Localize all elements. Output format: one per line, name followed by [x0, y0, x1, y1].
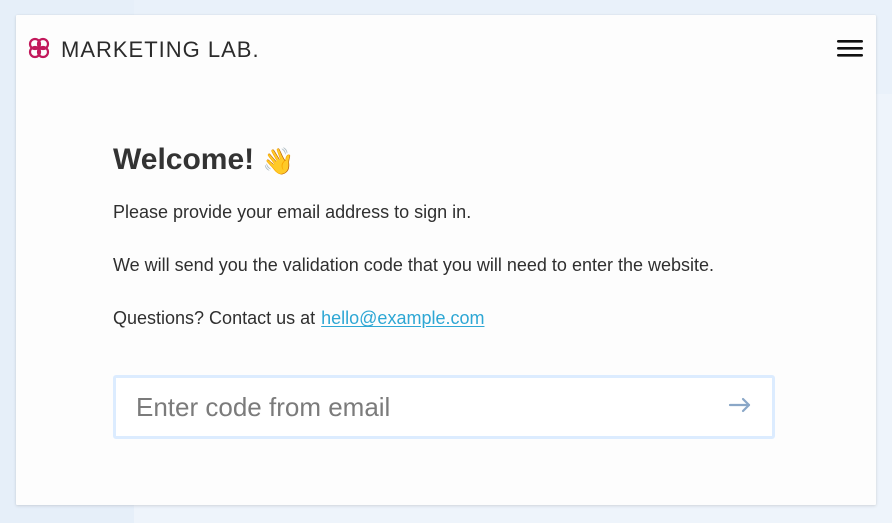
marketing-lab-logo-icon [27, 36, 51, 64]
hamburger-menu-button[interactable] [836, 39, 864, 61]
submit-code-button[interactable] [726, 392, 756, 422]
signin-instruction-2: We will send you the validation code tha… [113, 255, 715, 275]
waving-hand-emoji-icon: 👋 [262, 146, 295, 176]
code-input[interactable] [136, 391, 696, 423]
page-title: Welcome! 👋 [113, 145, 783, 175]
brand[interactable]: MARKETING LAB. [27, 36, 260, 64]
contact-email-link[interactable]: hello@example.com [321, 305, 484, 331]
signin-instruction-1: Please provide your email address to sig… [113, 202, 472, 222]
contact-line: Questions? Contact us at hello@example.c… [113, 305, 783, 331]
arrow-right-icon [727, 395, 755, 419]
code-input-wrapper [113, 375, 775, 439]
welcome-title-text: Welcome! [113, 143, 255, 176]
contact-prefix: Questions? Contact us at [113, 308, 316, 328]
top-bar: MARKETING LAB. [16, 15, 876, 85]
content: Welcome! 👋 Please provide your email add… [113, 145, 783, 331]
hamburger-menu-icon [836, 37, 864, 63]
brand-name: MARKETING LAB. [61, 37, 260, 62]
